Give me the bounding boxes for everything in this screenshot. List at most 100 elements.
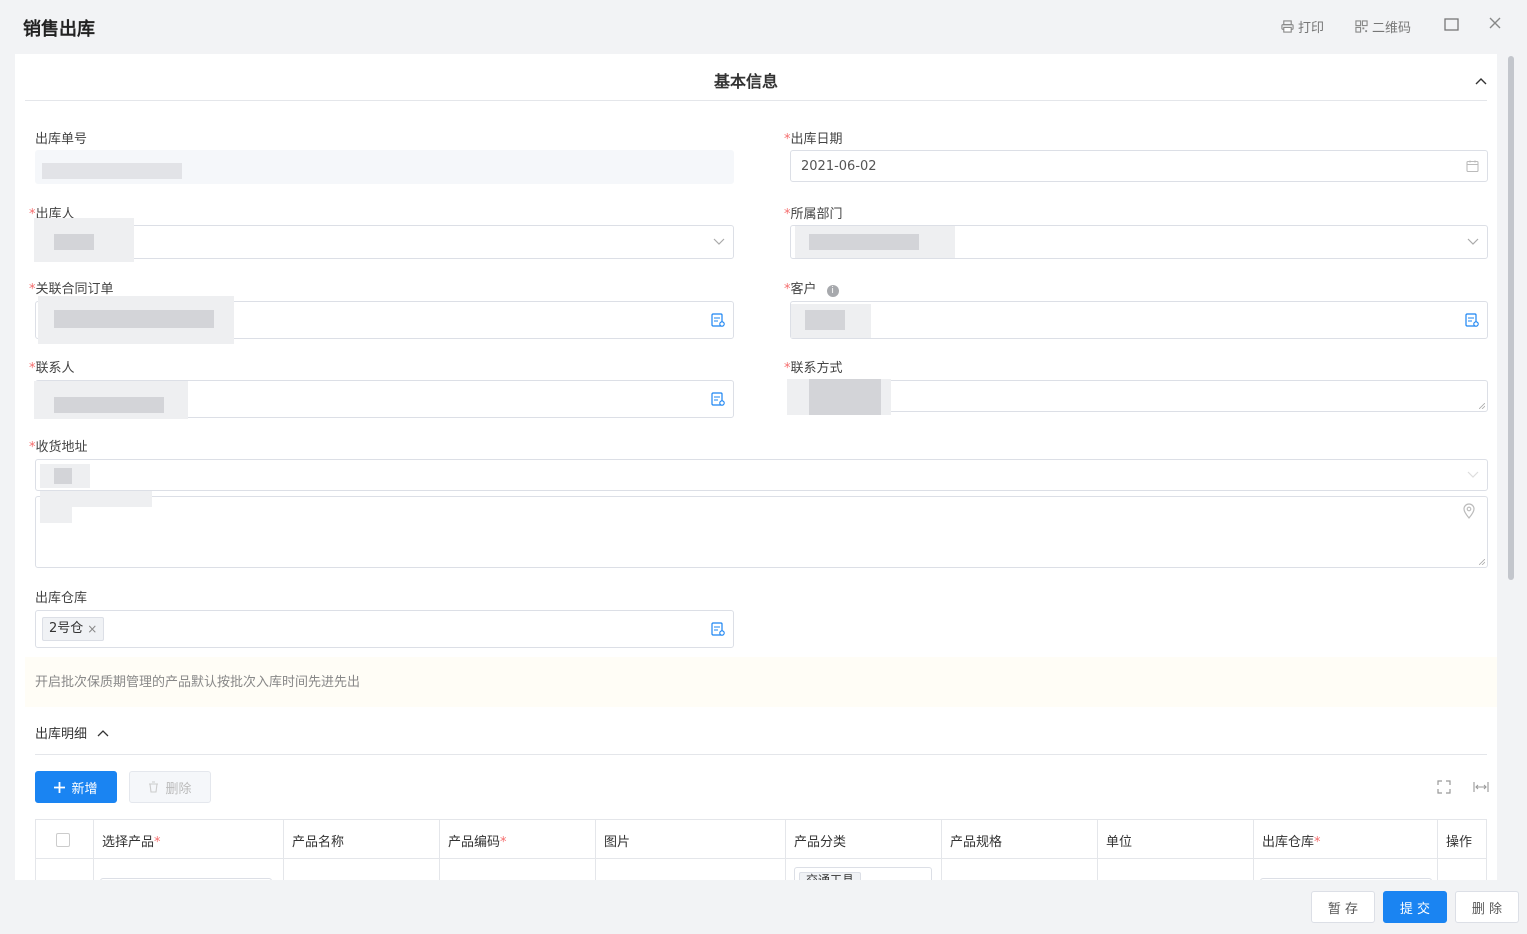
maximize-button[interactable] xyxy=(1444,18,1459,31)
column-header[interactable]: 单位 xyxy=(1098,820,1254,858)
contact-method-input[interactable] xyxy=(787,379,1488,415)
select-list-icon[interactable] xyxy=(1465,313,1479,327)
table-cell: 交通工具 xyxy=(786,859,942,880)
print-label: 打印 xyxy=(1298,21,1325,36)
department-label: *所属部门 xyxy=(784,207,843,222)
detail-section-header[interactable]: 出库明细 xyxy=(35,723,109,742)
table-cell xyxy=(440,859,596,880)
out-date-picker[interactable]: 2021-06-02 xyxy=(790,150,1488,182)
redacted-value xyxy=(42,163,182,179)
table-cell xyxy=(1438,859,1486,880)
detail-table: 选择产品* 产品名称 产品编码* 图片 产品分类 产品规格 单位 出库仓库* 操… xyxy=(35,819,1487,880)
column-header[interactable]: 图片 xyxy=(596,820,786,858)
select-list-icon[interactable] xyxy=(711,622,725,636)
redacted-value xyxy=(805,310,845,330)
table-cell xyxy=(1254,859,1438,880)
warehouse-picker[interactable]: 2号仓 × xyxy=(35,610,734,648)
save-draft-button[interactable]: 暂 存 xyxy=(1311,891,1375,923)
info-icon[interactable]: i xyxy=(826,285,839,297)
table-cell xyxy=(596,859,786,880)
category-tag: 交通工具 xyxy=(799,872,862,880)
delete-row-button[interactable]: 删除 xyxy=(129,771,211,803)
address-detail-textarea[interactable] xyxy=(35,491,1488,568)
redacted-value xyxy=(54,310,214,328)
tag-close-icon[interactable]: × xyxy=(87,618,97,640)
redacted-value xyxy=(54,234,94,250)
print-button[interactable]: 打印 xyxy=(1281,17,1324,36)
column-width-icon[interactable] xyxy=(1473,781,1489,793)
column-header[interactable]: 产品编码* xyxy=(440,820,596,858)
section-divider xyxy=(25,100,1487,101)
qrcode-button[interactable]: 二维码 xyxy=(1355,17,1411,36)
order-no-label: 出库单号 xyxy=(35,132,88,147)
add-row-label: 新增 xyxy=(71,781,98,797)
operator-select[interactable] xyxy=(34,218,734,262)
contact-picker[interactable] xyxy=(34,380,734,419)
select-all-cell xyxy=(36,820,94,858)
contact-method-label: *联系方式 xyxy=(784,361,843,376)
footer-bar: 暂 存 提 交 删 除 xyxy=(0,880,1527,934)
location-pin-icon[interactable] xyxy=(1463,503,1475,523)
chevron-down-icon xyxy=(1467,238,1479,246)
fullscreen-icon[interactable] xyxy=(1437,780,1451,794)
redacted-value xyxy=(809,234,919,250)
select-list-icon[interactable] xyxy=(711,392,725,406)
table-row xyxy=(36,859,94,880)
category-select[interactable]: 交通工具 xyxy=(794,867,932,880)
trash-icon xyxy=(149,781,159,793)
maximize-icon xyxy=(1444,18,1459,31)
table-cell xyxy=(1098,859,1254,880)
redacted-value xyxy=(809,379,881,415)
plus-icon xyxy=(54,781,66,793)
detail-divider xyxy=(35,754,1487,755)
column-header[interactable]: 出库仓库* xyxy=(1254,820,1438,858)
printer-icon xyxy=(1281,20,1294,33)
section-collapse-toggle[interactable] xyxy=(1475,74,1487,89)
chevron-up-icon xyxy=(97,729,109,736)
delete-row-label: 删除 xyxy=(165,781,192,797)
redacted-value xyxy=(54,397,164,413)
contact-label: *联系人 xyxy=(29,361,75,376)
redacted-value xyxy=(40,505,72,523)
scrollbar-thumb[interactable] xyxy=(1508,56,1514,580)
out-date-label: *出库日期 xyxy=(784,132,843,147)
qrcode-label: 二维码 xyxy=(1372,21,1412,36)
table-cell xyxy=(94,859,284,880)
add-row-button[interactable]: 新增 xyxy=(35,771,117,803)
calendar-icon xyxy=(1466,160,1479,173)
chevron-up-icon xyxy=(1475,78,1487,85)
contract-picker[interactable] xyxy=(35,296,734,344)
select-list-icon[interactable] xyxy=(711,313,725,327)
notice-text: 开启批次保质期管理的产品默认按批次入库时间先进先出 xyxy=(35,675,361,690)
chevron-down-icon xyxy=(1467,471,1479,479)
title-bar: 销售出库 打印 二维码 xyxy=(0,0,1527,54)
address-label: *收货地址 xyxy=(29,440,88,455)
column-header[interactable]: 产品分类 xyxy=(786,820,942,858)
form-panel: 基本信息 出库单号 *出库日期 2021-06-02 *出库人 *所属部门 *关… xyxy=(15,54,1497,880)
column-header[interactable]: 选择产品* xyxy=(94,820,284,858)
close-icon xyxy=(1489,17,1501,29)
table-cell xyxy=(284,859,440,880)
address-region-select[interactable] xyxy=(35,459,1488,491)
out-date-value: 2021-06-02 xyxy=(801,159,877,174)
delete-button[interactable]: 删 除 xyxy=(1455,891,1519,923)
warehouse-tag-label: 2号仓 xyxy=(49,621,84,636)
customer-picker[interactable] xyxy=(790,301,1488,339)
department-select[interactable] xyxy=(790,225,1488,259)
qrcode-icon xyxy=(1355,20,1368,33)
fifo-notice: 开启批次保质期管理的产品默认按批次入库时间先进先出 xyxy=(25,657,1497,707)
submit-button[interactable]: 提 交 xyxy=(1383,891,1447,923)
select-all-checkbox[interactable] xyxy=(56,833,70,847)
close-button[interactable] xyxy=(1488,16,1502,30)
resize-handle-icon xyxy=(1479,403,1485,409)
detail-title: 出库明细 xyxy=(35,727,88,742)
resize-handle-icon xyxy=(1479,559,1485,565)
column-header[interactable]: 产品名称 xyxy=(284,820,440,858)
redacted-value xyxy=(54,468,72,484)
contract-label: *关联合同订单 xyxy=(29,282,114,297)
warehouse-label: 出库仓库 xyxy=(35,591,88,606)
window-title: 销售出库 xyxy=(23,19,95,40)
warehouse-tag: 2号仓 × xyxy=(42,617,105,641)
column-header[interactable]: 产品规格 xyxy=(942,820,1098,858)
order-no-field xyxy=(35,150,734,184)
